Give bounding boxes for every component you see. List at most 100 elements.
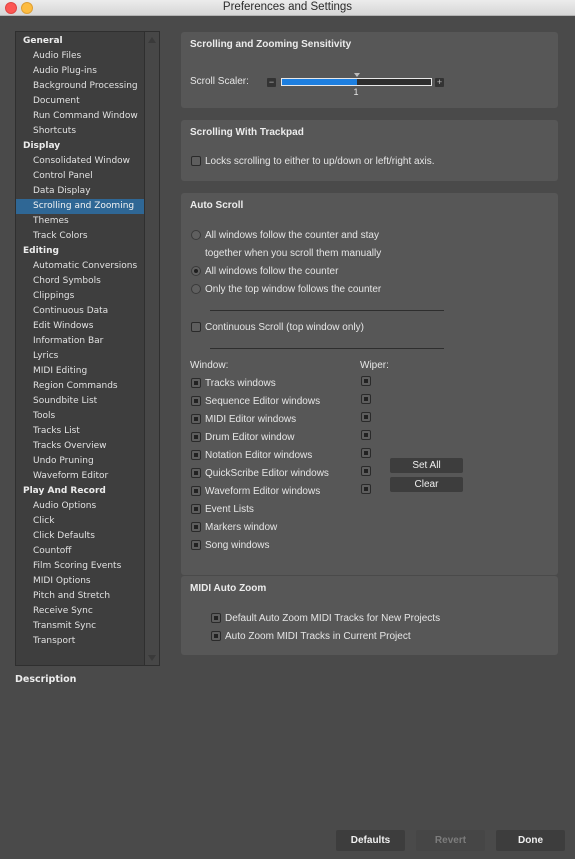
defaults-button[interactable]: Defaults xyxy=(336,830,405,851)
sidebar-item-pitch-and-stretch[interactable]: Pitch and Stretch xyxy=(16,589,145,604)
sidebar-item-continuous-data[interactable]: Continuous Data xyxy=(16,304,145,319)
sidebar-item-midi-options[interactable]: MIDI Options xyxy=(16,574,145,589)
all-windows-follow-label: All windows follow the counter xyxy=(205,266,339,277)
sidebar-item-consolidated-window[interactable]: Consolidated Window xyxy=(16,154,145,169)
sidebar-item-receive-sync[interactable]: Receive Sync xyxy=(16,604,145,619)
category-list-scrollbar[interactable] xyxy=(144,32,159,665)
follow-and-stay-together-radio[interactable] xyxy=(191,230,201,240)
scroll-scaler-thumb-icon[interactable] xyxy=(353,73,360,77)
set-all-button[interactable]: Set All xyxy=(390,458,463,473)
sidebar-item-soundbite-list[interactable]: Soundbite List xyxy=(16,394,145,409)
default-auto-zoom-label: Default Auto Zoom MIDI Tracks for New Pr… xyxy=(225,613,441,624)
sidebar-item-midi-editing[interactable]: MIDI Editing xyxy=(16,364,145,379)
midi-auto-zoom-title: MIDI Auto Zoom xyxy=(190,583,267,594)
scroll-scaler-label: Scroll Scaler: xyxy=(190,76,249,87)
follow-and-stay-together-label: All windows follow the counter and stay xyxy=(205,230,379,241)
scroll-scaler-slider[interactable] xyxy=(281,78,432,86)
song-windows-checkbox[interactable] xyxy=(191,540,201,550)
sidebar-item-edit-windows[interactable]: Edit Windows xyxy=(16,319,145,334)
midi-editor-windows-checkbox[interactable] xyxy=(191,414,201,424)
waveform-editor-windows-label: Waveform Editor windows xyxy=(205,486,321,497)
sequence-editor-windows-label: Sequence Editor windows xyxy=(205,396,321,407)
sidebar-item-film-scoring-events[interactable]: Film Scoring Events xyxy=(16,559,145,574)
category-list-items: General Audio Files Audio Plug-ins Backgrou… xyxy=(16,32,145,665)
window-column-header: Window: xyxy=(190,360,229,371)
event-lists-label: Event Lists xyxy=(205,504,254,515)
tracks-windows-checkbox[interactable] xyxy=(191,378,201,388)
sidebar-item-data-display[interactable]: Data Display xyxy=(16,184,145,199)
drum-editor-window-checkbox[interactable] xyxy=(191,432,201,442)
clear-button[interactable]: Clear xyxy=(390,477,463,492)
sidebar-item-track-colors[interactable]: Track Colors xyxy=(16,229,145,244)
description-label: Description xyxy=(15,674,77,685)
sequence-editor-windows-wiper-checkbox[interactable] xyxy=(361,394,371,404)
notation-editor-windows-label: Notation Editor windows xyxy=(205,450,313,461)
scroll-scaler-increase-button[interactable]: + xyxy=(435,78,444,87)
current-project-auto-zoom-checkbox[interactable] xyxy=(211,631,221,641)
divider xyxy=(210,348,444,349)
lock-scrolling-label: Locks scrolling to either to up/down or … xyxy=(205,156,435,167)
sidebar-item-themes[interactable]: Themes xyxy=(16,214,145,229)
sidebar-item-audio-plug-ins[interactable]: Audio Plug-ins xyxy=(16,64,145,79)
drum-editor-window-wiper-checkbox[interactable] xyxy=(361,430,371,440)
top-window-follows-radio[interactable] xyxy=(191,284,201,294)
sidebar-item-click[interactable]: Click xyxy=(16,514,145,529)
sidebar-item-document[interactable]: Document xyxy=(16,94,145,109)
tracks-windows-wiper-checkbox[interactable] xyxy=(361,376,371,386)
midi-auto-zoom-panel: MIDI Auto Zoom Default Auto Zoom MIDI Tr… xyxy=(181,576,558,655)
sidebar-item-clippings[interactable]: Clippings xyxy=(16,289,145,304)
event-lists-checkbox[interactable] xyxy=(191,504,201,514)
sidebar-item-region-commands[interactable]: Region Commands xyxy=(16,379,145,394)
quickscribe-editor-windows-label: QuickScribe Editor windows xyxy=(205,468,329,479)
sidebar-item-lyrics[interactable]: Lyrics xyxy=(16,349,145,364)
sidebar-item-control-panel[interactable]: Control Panel xyxy=(16,169,145,184)
sidebar-item-undo-pruning[interactable]: Undo Pruning xyxy=(16,454,145,469)
drum-editor-window-label: Drum Editor window xyxy=(205,432,295,443)
sidebar-item-shortcuts[interactable]: Shortcuts xyxy=(16,124,145,139)
sidebar-item-tracks-overview[interactable]: Tracks Overview xyxy=(16,439,145,454)
trackpad-title: Scrolling With Trackpad xyxy=(190,127,304,138)
waveform-editor-windows-checkbox[interactable] xyxy=(191,486,201,496)
sidebar-item-countoff[interactable]: Countoff xyxy=(16,544,145,559)
sequence-editor-windows-checkbox[interactable] xyxy=(191,396,201,406)
sidebar-item-background-processing[interactable]: Background Processing xyxy=(16,79,145,94)
default-auto-zoom-checkbox[interactable] xyxy=(211,613,221,623)
notation-editor-windows-wiper-checkbox[interactable] xyxy=(361,448,371,458)
scroll-down-arrow-icon[interactable] xyxy=(148,655,156,661)
revert-button[interactable]: Revert xyxy=(416,830,485,851)
preferences-category-list: General Audio Files Audio Plug-ins Backgrou… xyxy=(15,31,160,666)
sidebar-item-audio-files[interactable]: Audio Files xyxy=(16,49,145,64)
top-window-follows-label: Only the top window follows the counter xyxy=(205,284,382,295)
markers-window-checkbox[interactable] xyxy=(191,522,201,532)
done-button[interactable]: Done xyxy=(496,830,565,851)
sidebar-item-automatic-conversions[interactable]: Automatic Conversions xyxy=(16,259,145,274)
sensitivity-panel: Scrolling and Zooming Sensitivity Scroll… xyxy=(181,32,558,108)
sidebar-item-transport[interactable]: Transport xyxy=(16,634,145,649)
window-title: Preferences and Settings xyxy=(222,1,353,13)
divider xyxy=(210,310,444,311)
notation-editor-windows-checkbox[interactable] xyxy=(191,450,201,460)
sidebar-item-scrolling-and-zooming[interactable]: Scrolling and Zooming xyxy=(16,199,145,214)
midi-editor-windows-wiper-checkbox[interactable] xyxy=(361,412,371,422)
lock-scrolling-checkbox[interactable] xyxy=(191,156,201,166)
sidebar-item-run-command-window[interactable]: Run Command Window xyxy=(16,109,145,124)
quickscribe-editor-windows-wiper-checkbox[interactable] xyxy=(361,466,371,476)
sidebar-item-transmit-sync[interactable]: Transmit Sync xyxy=(16,619,145,634)
markers-window-label: Markers window xyxy=(205,522,278,533)
scroll-up-arrow-icon[interactable] xyxy=(148,37,156,43)
quickscribe-editor-windows-checkbox[interactable] xyxy=(191,468,201,478)
sidebar-group-header: Play And Record xyxy=(23,486,106,496)
all-windows-follow-radio[interactable] xyxy=(191,266,201,276)
sidebar-item-chord-symbols[interactable]: Chord Symbols xyxy=(16,274,145,289)
sidebar-item-click-defaults[interactable]: Click Defaults xyxy=(16,529,145,544)
waveform-editor-windows-wiper-checkbox[interactable] xyxy=(361,484,371,494)
scroll-scaler-decrease-button[interactable]: − xyxy=(267,78,276,87)
sidebar-item-waveform-editor[interactable]: Waveform Editor xyxy=(16,469,145,484)
sidebar-item-information-bar[interactable]: Information Bar xyxy=(16,334,145,349)
preferences-window: General Audio Files Audio Plug-ins Backgrou… xyxy=(0,16,575,859)
sidebar-item-tracks-list[interactable]: Tracks List xyxy=(16,424,145,439)
continuous-scroll-checkbox[interactable] xyxy=(191,322,201,332)
sidebar-item-audio-options[interactable]: Audio Options xyxy=(16,499,145,514)
sidebar-item-tools[interactable]: Tools xyxy=(16,409,145,424)
auto-scroll-title: Auto Scroll xyxy=(190,200,244,211)
